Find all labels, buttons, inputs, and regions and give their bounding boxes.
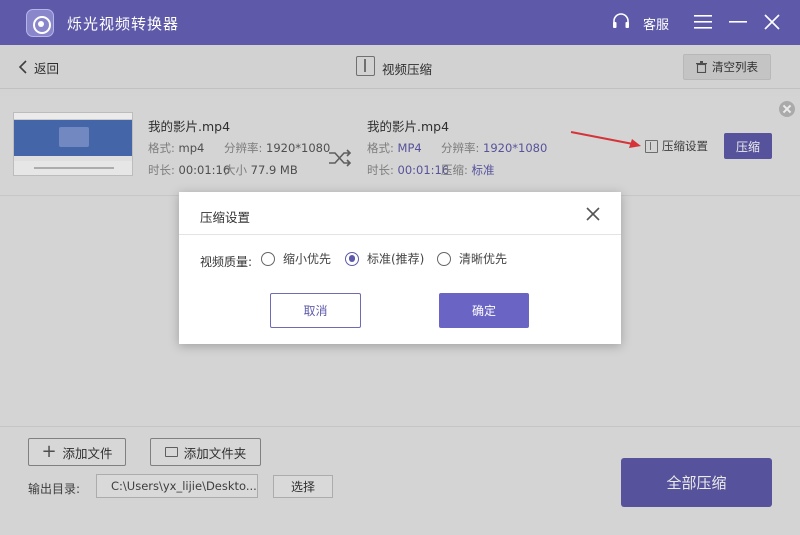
menu-icon[interactable] xyxy=(694,14,712,30)
title-bar: 烁光视频转换器 客服 xyxy=(0,0,800,45)
video-quality-label: 视频质量: xyxy=(200,255,253,269)
window-close-icon[interactable] xyxy=(763,13,781,31)
cancel-button[interactable]: 取消 xyxy=(270,293,361,328)
quality-option-standard[interactable]: 标准(推荐) xyxy=(345,250,424,267)
customer-service-link[interactable]: 客服 xyxy=(643,14,669,33)
radio-button[interactable] xyxy=(261,251,275,266)
close-icon[interactable] xyxy=(584,205,602,223)
dialog-title: 压缩设置 xyxy=(200,210,251,225)
minimize-icon[interactable] xyxy=(729,14,747,30)
compress-settings-dialog: 压缩设置 视频质量: 缩小优先 标准(推荐) 清晰优先 取消 确定 xyxy=(179,192,621,344)
quality-option-label: 清晰优先 xyxy=(459,252,508,266)
confirm-button[interactable]: 确定 xyxy=(439,293,529,328)
radio-button[interactable] xyxy=(437,251,451,266)
quality-option-label: 缩小优先 xyxy=(283,252,332,266)
radio-button-checked[interactable] xyxy=(345,251,359,266)
headset-icon[interactable] xyxy=(611,12,631,32)
quality-option-clear[interactable]: 清晰优先 xyxy=(437,250,507,267)
quality-option-smaller[interactable]: 缩小优先 xyxy=(261,250,331,267)
app-title: 烁光视频转换器 xyxy=(67,15,180,33)
app-logo-icon xyxy=(26,9,54,37)
quality-option-label: 标准(推荐) xyxy=(367,252,425,266)
dialog-header: 压缩设置 xyxy=(179,192,621,235)
